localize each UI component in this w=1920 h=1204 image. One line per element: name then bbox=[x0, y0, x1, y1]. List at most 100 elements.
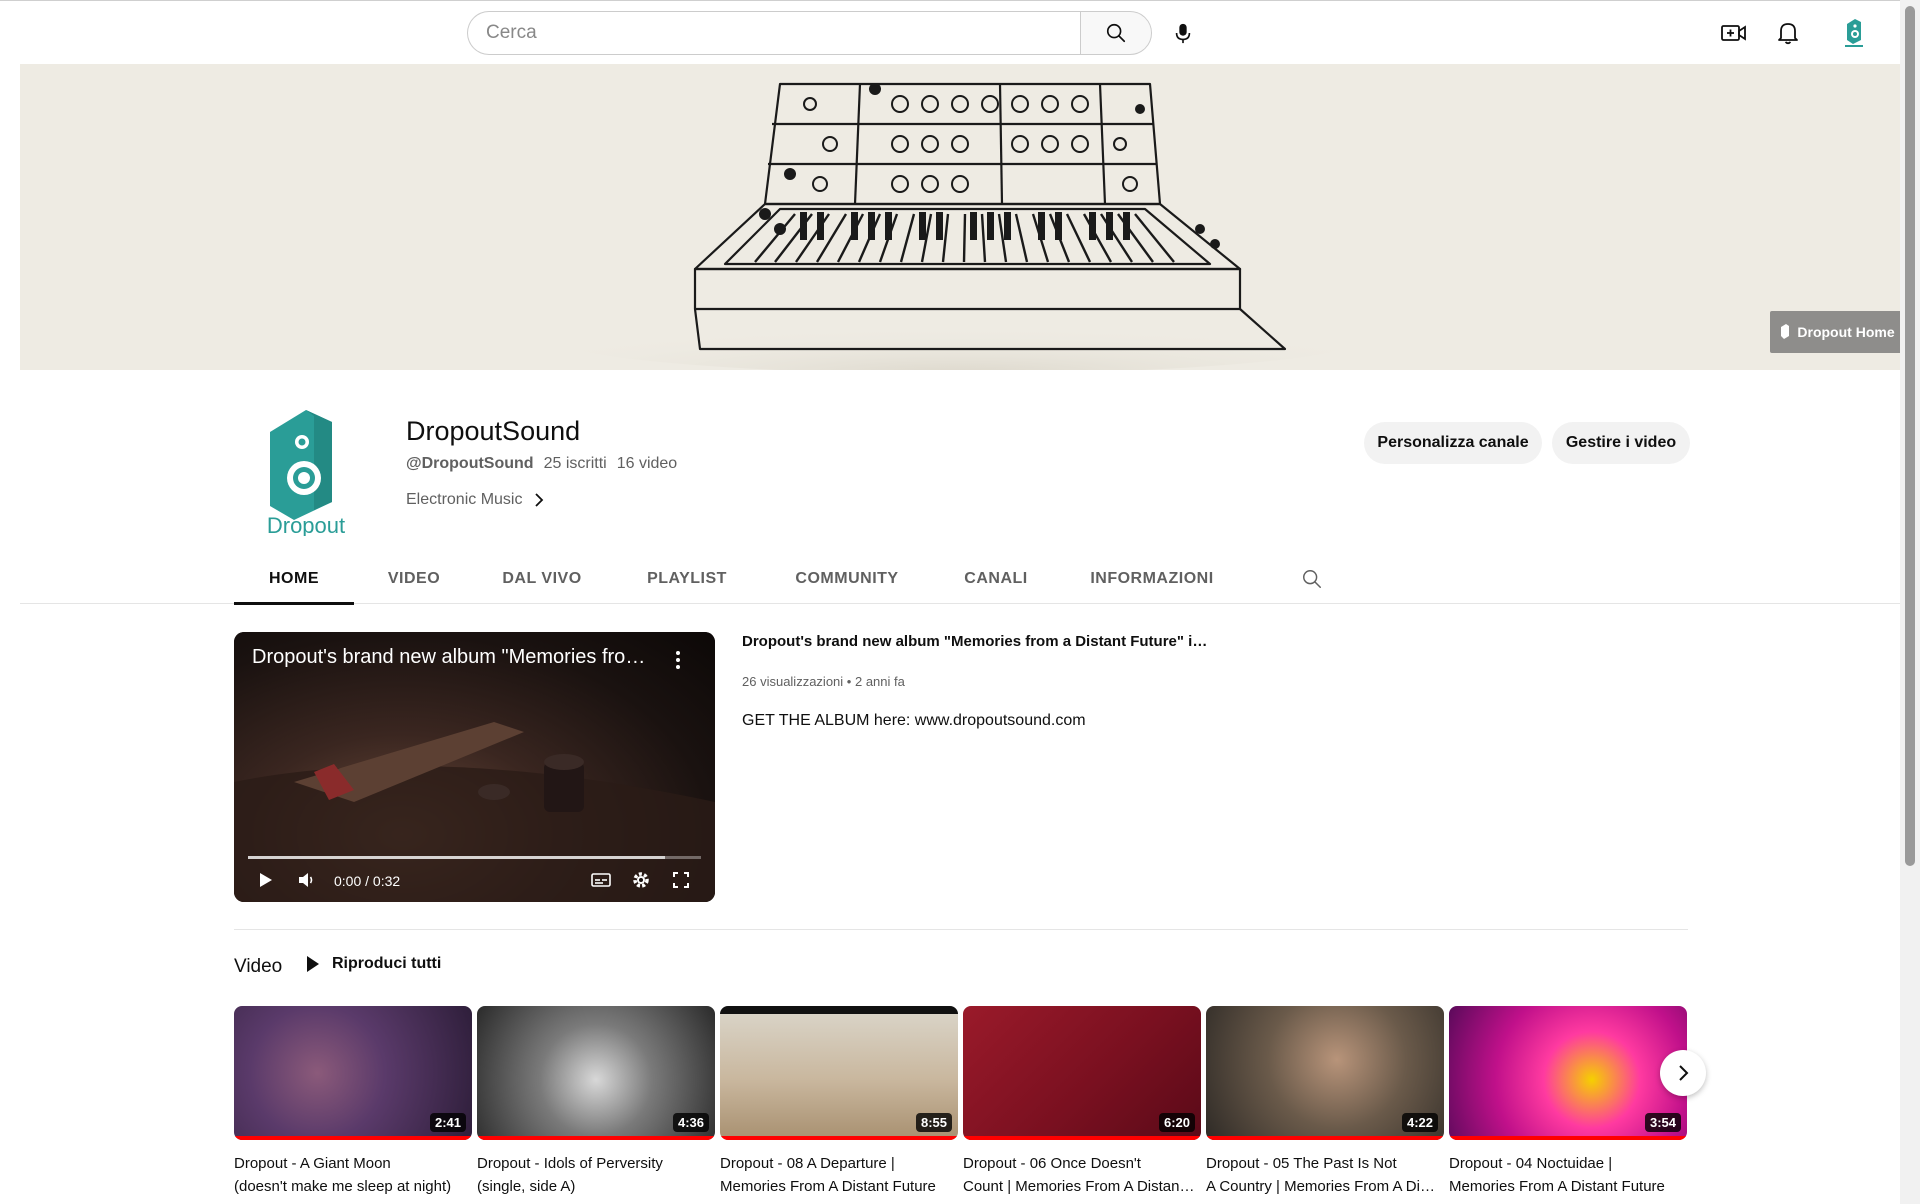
bell-icon bbox=[1778, 23, 1798, 45]
play-button[interactable] bbox=[254, 866, 278, 894]
channel-name: DropoutSound bbox=[406, 416, 581, 446]
time-display: 0:00 / 0:32 bbox=[334, 873, 401, 889]
video-title[interactable]: Dropout - 04 Noctuidae | Memories From A… bbox=[1449, 1152, 1683, 1198]
video-duration: 8:55 bbox=[915, 1113, 952, 1132]
watched-progress bbox=[234, 1136, 472, 1140]
channel-description-link[interactable]: Electronic Music bbox=[406, 491, 544, 509]
dot bbox=[676, 658, 680, 662]
tab-channels[interactable]: CANALI bbox=[930, 554, 1062, 604]
video-card[interactable]: 6:20 Dropout - 06 Once Doesn't Count | M… bbox=[963, 1006, 1201, 1198]
subtitles-button[interactable] bbox=[588, 866, 614, 894]
play-all-button[interactable]: Riproduci tutti bbox=[306, 955, 441, 973]
video-title[interactable]: Dropout - 05 The Past Is Not A Country |… bbox=[1206, 1152, 1440, 1198]
customize-channel-button[interactable]: Personalizza canale bbox=[1364, 422, 1542, 464]
tab-community[interactable]: COMMUNITY bbox=[764, 554, 930, 604]
tab-about[interactable]: INFORMAZIONI bbox=[1062, 554, 1242, 604]
scrollbar-thumb[interactable] bbox=[1905, 6, 1915, 866]
search-button[interactable] bbox=[1080, 11, 1152, 55]
manage-videos-button[interactable]: Gestire i video bbox=[1552, 422, 1690, 464]
video-title-line: Dropout - 08 A Departure | bbox=[720, 1155, 895, 1172]
featured-video-description: GET THE ALBUM here: www.dropoutsound.com bbox=[742, 712, 1086, 729]
video-count: 16 video bbox=[616, 455, 678, 472]
video-shelf: 2:41 Dropout - A Giant Moon (doesn't mak… bbox=[234, 1006, 1688, 1196]
avatar[interactable] bbox=[1836, 15, 1872, 51]
progress-bar[interactable] bbox=[248, 856, 701, 859]
search-icon bbox=[1106, 23, 1126, 43]
video-duration: 6:20 bbox=[1158, 1113, 1195, 1132]
tab-live[interactable]: DAL VIVO bbox=[474, 554, 610, 604]
watched-progress bbox=[720, 1136, 958, 1140]
microphone-icon bbox=[1175, 23, 1191, 44]
video-card[interactable]: 3:54 Dropout - 04 Noctuidae | Memories F… bbox=[1449, 1006, 1687, 1198]
video-card[interactable]: 4:22 Dropout - 05 The Past Is Not A Coun… bbox=[1206, 1006, 1444, 1198]
notifications-button[interactable] bbox=[1768, 13, 1808, 53]
settings-button[interactable] bbox=[628, 866, 654, 894]
channel-avatar[interactable]: Dropout bbox=[256, 406, 356, 538]
video-title[interactable]: Dropout - 08 A Departure | Memories From… bbox=[720, 1152, 954, 1198]
video-card[interactable]: 4:36 Dropout - Idols of Perversity (sing… bbox=[477, 1006, 715, 1198]
view-count: 26 visualizzazioni bbox=[742, 674, 844, 689]
channel-search-button[interactable] bbox=[1296, 563, 1328, 595]
fullscreen-button[interactable] bbox=[668, 866, 694, 894]
chevron-right-icon bbox=[535, 493, 544, 507]
tab-video[interactable]: VIDEO bbox=[354, 554, 474, 604]
more-options-button[interactable] bbox=[666, 646, 690, 674]
watched-progress bbox=[477, 1136, 715, 1140]
create-video-button[interactable] bbox=[1714, 13, 1754, 53]
play-icon bbox=[260, 873, 272, 887]
banner-link-button[interactable]: Dropout Home bbox=[1770, 311, 1900, 353]
video-thumbnail[interactable]: 8:55 bbox=[720, 1006, 958, 1140]
video-duration: 4:36 bbox=[672, 1113, 709, 1132]
shelf-next-button[interactable] bbox=[1660, 1050, 1706, 1096]
page-scrollbar[interactable] bbox=[1900, 0, 1920, 1204]
dropout-speaker-logo: Dropout bbox=[267, 410, 345, 538]
fullscreen-icon bbox=[673, 872, 689, 888]
upload-age: 2 anni fa bbox=[854, 674, 905, 689]
video-card[interactable]: 8:55 Dropout - 08 A Departure | Memories… bbox=[720, 1006, 958, 1198]
video-title-line: Memories From A Distant Future bbox=[1449, 1178, 1665, 1195]
video-title[interactable]: Dropout - Idols of Perversity (single, s… bbox=[477, 1152, 711, 1198]
featured-video-meta: 26 visualizzazioni • 2 anni fa bbox=[742, 674, 905, 689]
featured-video-player[interactable]: Dropout's brand new album "Memories from… bbox=[234, 632, 715, 902]
voice-search-button[interactable] bbox=[1163, 13, 1203, 53]
search-input[interactable] bbox=[467, 11, 1080, 55]
page: Dropout Home Dropout DropoutSound @Dropo… bbox=[0, 0, 1920, 1204]
video-title-line: Count | Memories From A Distant Future bbox=[963, 1178, 1197, 1195]
volume-button[interactable] bbox=[294, 866, 320, 894]
player-title: Dropout's brand new album "Memories from… bbox=[252, 646, 652, 668]
shelf-title: Video bbox=[234, 956, 283, 977]
dot bbox=[676, 665, 680, 669]
synthesizer-illustration bbox=[540, 82, 1380, 370]
featured-video-title[interactable]: Dropout's brand new album "Memories from… bbox=[742, 633, 1212, 650]
watched-progress bbox=[963, 1136, 1201, 1140]
video-thumbnail[interactable]: 2:41 bbox=[234, 1006, 472, 1140]
video-title-line: Dropout - Idols of Perversity bbox=[477, 1155, 663, 1172]
create-video-icon bbox=[1721, 25, 1746, 41]
gear-icon bbox=[633, 872, 649, 888]
video-thumbnail[interactable]: 6:20 bbox=[963, 1006, 1201, 1140]
video-duration: 2:41 bbox=[429, 1113, 466, 1132]
video-thumbnail[interactable]: 4:36 bbox=[477, 1006, 715, 1140]
video-title-line: Dropout - 04 Noctuidae | bbox=[1449, 1155, 1613, 1172]
channel-description: Electronic Music bbox=[406, 491, 523, 508]
video-title[interactable]: Dropout - 06 Once Doesn't Count | Memori… bbox=[963, 1152, 1197, 1198]
logo-wordmark: Dropout bbox=[267, 513, 345, 536]
video-title[interactable]: Dropout - A Giant Moon (doesn't make me … bbox=[234, 1152, 468, 1198]
section-divider bbox=[234, 929, 1688, 930]
channel-meta: @DropoutSound 25 iscritti 16 video bbox=[406, 455, 677, 473]
video-duration: 4:22 bbox=[1401, 1113, 1438, 1132]
tab-playlist[interactable]: PLAYLIST bbox=[610, 554, 764, 604]
search-icon bbox=[1303, 570, 1321, 588]
play-all-label: Riproduci tutti bbox=[332, 955, 442, 972]
video-title-line: Dropout - 06 Once Doesn't bbox=[963, 1155, 1141, 1172]
video-frame bbox=[234, 632, 715, 902]
banner-link-label: Dropout Home bbox=[1797, 324, 1895, 340]
video-title-line: A Country | Memories From A Distant Futu… bbox=[1206, 1178, 1440, 1195]
volume-icon bbox=[299, 873, 313, 887]
watched-progress bbox=[1206, 1136, 1444, 1140]
meta-separator: • bbox=[846, 674, 852, 689]
tab-home[interactable]: HOME bbox=[234, 554, 354, 605]
video-card[interactable]: 2:41 Dropout - A Giant Moon (doesn't mak… bbox=[234, 1006, 472, 1198]
video-thumbnail[interactable]: 4:22 bbox=[1206, 1006, 1444, 1140]
video-thumbnail[interactable]: 3:54 bbox=[1449, 1006, 1687, 1140]
